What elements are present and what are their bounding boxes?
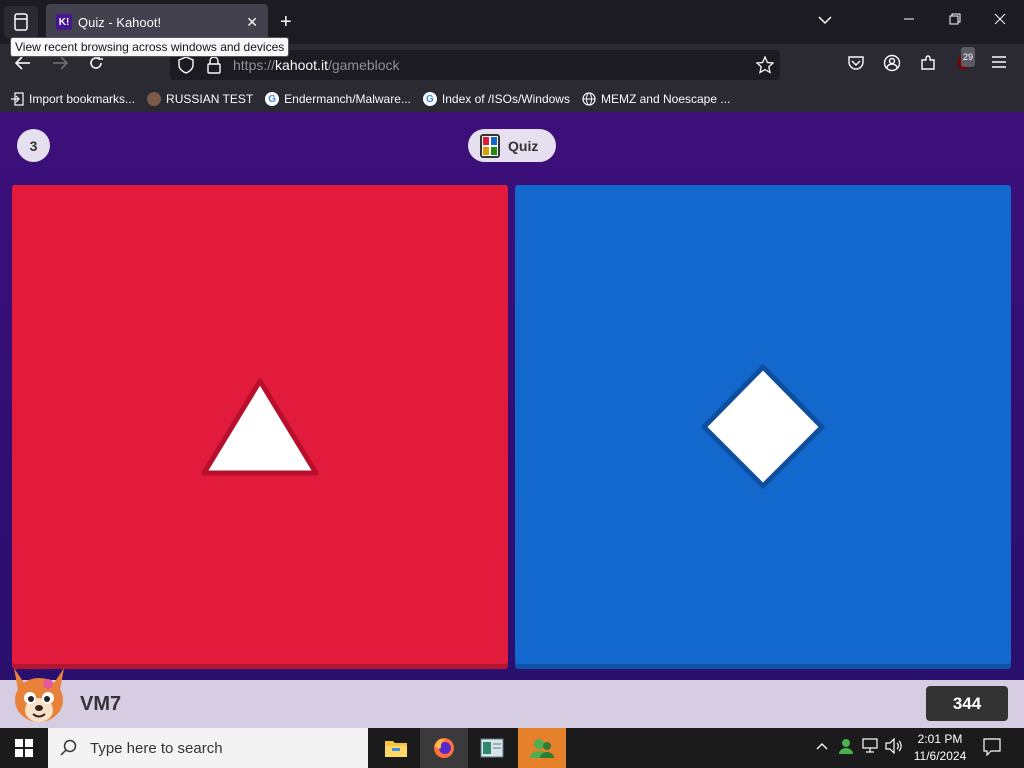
search-placeholder: Type here to search <box>90 739 223 757</box>
tab-kahoot[interactable]: K! Quiz - Kahoot! ✕ <box>46 4 268 40</box>
diamond-icon <box>701 364 825 489</box>
people-icon <box>530 739 554 758</box>
tracking-shield-icon[interactable] <box>178 56 194 78</box>
ublock-extension-icon[interactable]: 29 <box>955 47 976 76</box>
folder-icon <box>385 741 407 757</box>
taskbar-search-box[interactable]: Type here to search <box>48 728 368 768</box>
bookmark-index-isos[interactable]: G Index of /ISOs/Windows <box>422 92 570 106</box>
google-icon: G <box>422 92 437 106</box>
answer-button-diamond[interactable] <box>515 185 1011 669</box>
firefox-view-icon <box>14 13 28 31</box>
url-text: https://kahoot.it/gameblock <box>233 57 400 73</box>
forward-arrow-icon[interactable] <box>51 54 69 76</box>
kahoot-gameblock: 3 Quiz <box>0 112 1024 680</box>
bookmark-memz[interactable]: MEMZ and Noescape ... <box>582 92 730 106</box>
bookmark-label: Import bookmarks... <box>29 92 136 106</box>
bookmark-endermanch[interactable]: G Endermanch/Malware... <box>265 92 411 106</box>
firefox-icon <box>434 738 454 758</box>
new-tab-button[interactable]: + <box>280 10 292 34</box>
tooltip: View recent browsing across windows and … <box>10 37 290 57</box>
minimize-icon[interactable] <box>903 12 915 28</box>
search-icon <box>60 739 77 756</box>
windows-taskbar: Type here to search 2:01 PM 11/6/2024 <box>0 728 1024 768</box>
bookmark-russian-test[interactable]: RUSSIAN TEST <box>147 92 253 106</box>
firefox-app[interactable] <box>420 728 468 768</box>
fox-avatar-icon <box>14 668 64 722</box>
back-arrow-icon[interactable] <box>14 54 32 76</box>
lock-icon[interactable] <box>207 56 221 78</box>
close-window-icon[interactable] <box>994 12 1006 28</box>
file-explorer-app[interactable] <box>372 728 420 768</box>
notifications-icon[interactable] <box>983 738 1001 759</box>
list-all-tabs-icon[interactable] <box>818 12 832 28</box>
extensions-icon[interactable] <box>919 54 937 76</box>
reload-icon[interactable] <box>87 54 105 76</box>
bookmark-label: RUSSIAN TEST <box>166 92 254 106</box>
clock-time: 2:01 PM <box>917 732 963 746</box>
people-app[interactable] <box>518 728 566 768</box>
kahoot-favicon-icon: K! <box>56 14 72 30</box>
url-path: /gameblock <box>327 57 400 73</box>
bookmark-label: MEMZ and Noescape ... <box>600 92 731 106</box>
quiz-type-pill: Quiz <box>468 129 556 162</box>
answer-button-triangle[interactable] <box>12 185 508 669</box>
import-icon <box>10 92 24 106</box>
system-clock[interactable]: 2:01 PM 11/6/2024 <box>905 731 975 765</box>
quiz-label: Quiz <box>508 137 539 154</box>
tab-close-icon[interactable]: ✕ <box>246 14 258 31</box>
globe-icon <box>582 92 596 106</box>
player-name: VM7 <box>80 693 122 715</box>
url-domain: kahoot.it <box>275 57 328 73</box>
app-window[interactable] <box>468 728 516 768</box>
url-scheme: https:// <box>233 57 276 73</box>
site-icon <box>147 92 162 106</box>
bookmark-star-icon[interactable] <box>755 55 775 78</box>
bookmarks-toolbar: Import bookmarks... RUSSIAN TEST G Ender… <box>0 86 1024 112</box>
restore-icon[interactable] <box>949 12 961 28</box>
app-window-icon <box>480 738 504 758</box>
show-hidden-icons-chevron-icon[interactable] <box>816 738 828 754</box>
triangle-icon <box>201 378 319 476</box>
bookmark-label: Endermanch/Malware... <box>284 92 411 106</box>
start-button[interactable] <box>0 728 48 768</box>
bookmark-label: Index of /ISOs/Windows <box>441 92 570 106</box>
bookmark-import[interactable]: Import bookmarks... <box>10 92 135 106</box>
network-icon[interactable] <box>862 738 880 757</box>
quiz-icon <box>480 133 500 158</box>
player-bar: VM7 344 <box>0 668 1024 728</box>
extension-badge: 29 <box>961 47 976 67</box>
player-score: 344 <box>926 686 1008 721</box>
pocket-icon[interactable] <box>847 54 865 76</box>
firefox-view-button[interactable] <box>4 6 38 38</box>
tab-title: Quiz - Kahoot! <box>78 14 162 30</box>
google-icon: G <box>265 92 280 106</box>
volume-icon[interactable] <box>885 737 903 757</box>
user-tray-icon[interactable] <box>838 738 854 757</box>
account-icon[interactable] <box>883 54 901 76</box>
clock-date: 11/6/2024 <box>913 749 967 763</box>
hamburger-menu-icon[interactable] <box>991 54 1007 74</box>
question-number: 3 <box>17 129 50 162</box>
windows-logo-icon <box>15 739 33 757</box>
